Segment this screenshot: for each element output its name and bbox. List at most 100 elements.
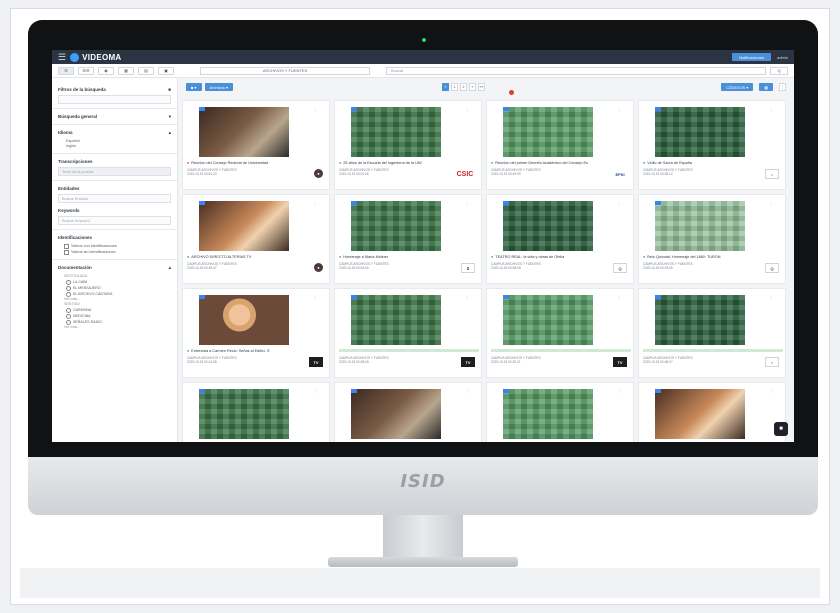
- results-controls: CÓDIGOS ▾ ▦ ⋮: [721, 83, 786, 91]
- page-last-button[interactable]: »»: [478, 83, 485, 91]
- general-search-title[interactable]: Búsqueda general ▾: [58, 114, 171, 120]
- video-thumbnail[interactable]: [503, 295, 593, 345]
- transcriptions-title[interactable]: Transcripciones: [58, 159, 171, 164]
- archive-filter-button[interactable]: Archivos ▾: [204, 83, 234, 91]
- chat-icon[interactable]: ■: [774, 422, 788, 436]
- card-menu-icon[interactable]: ⋮: [617, 107, 621, 112]
- page-button[interactable]: 2: [460, 83, 467, 91]
- video-title[interactable]: Entrevista a Carmen Recio: Señas al Edif…: [187, 349, 327, 353]
- video-type-icon: [351, 295, 357, 299]
- video-thumbnail[interactable]: [655, 389, 745, 439]
- view-record-button[interactable]: ◉: [98, 66, 114, 75]
- video-thumbnail[interactable]: [351, 389, 441, 439]
- video-title[interactable]: Reunión del Consejo Rectoral de Universi…: [187, 161, 327, 165]
- grid-view-icon[interactable]: ▦: [759, 83, 773, 91]
- page-first-button[interactable]: «: [442, 83, 449, 91]
- card-menu-icon[interactable]: ⋮: [769, 295, 773, 300]
- page-button[interactable]: 1: [451, 83, 458, 91]
- select-button[interactable]: ■ ▾: [186, 83, 202, 91]
- user-menu[interactable]: admin: [777, 55, 788, 60]
- video-card[interactable]: ⋮: [182, 382, 330, 442]
- video-card[interactable]: ⋮ Reunión del primer Decreto Académico de…: [486, 100, 634, 190]
- video-card[interactable]: ⋮ Homenaje a María Moliner CAMPUS ARCHIVOS…: [334, 194, 482, 284]
- video-thumbnail[interactable]: [351, 107, 441, 157]
- video-thumbnail[interactable]: [199, 201, 289, 251]
- card-menu-icon[interactable]: ⋮: [313, 295, 317, 300]
- search-icon[interactable]: Q: [770, 66, 788, 75]
- video-title[interactable]: Vinilo de Sacra de España: [643, 161, 783, 165]
- card-menu-icon[interactable]: ⋮: [465, 295, 469, 300]
- card-menu-icon[interactable]: ⋮: [769, 201, 773, 206]
- identification-checkbox[interactable]: Videos sin identificaciones: [64, 249, 171, 255]
- menu-icon[interactable]: ☰: [58, 52, 66, 63]
- video-thumbnail[interactable]: [655, 295, 745, 345]
- video-title[interactable]: Belo Quixotal: Homenaje del 1860: TURON: [643, 255, 783, 259]
- pixelated-preview: [655, 107, 745, 157]
- video-card[interactable]: ⋮ Belo Quixotal: Homenaje del 1860: TURON…: [638, 194, 786, 284]
- video-thumbnail[interactable]: [199, 389, 289, 439]
- video-card[interactable]: ⋮ Vinilo de Sacra de España CAMPUS ARCHIVO…: [638, 100, 786, 190]
- transcriptions-input[interactable]: Texto de la prueba: [58, 167, 171, 176]
- video-thumbnail[interactable]: [655, 107, 745, 157]
- pixelated-preview: [351, 201, 441, 251]
- video-thumbnail[interactable]: [503, 107, 593, 157]
- video-thumbnail[interactable]: [655, 201, 745, 251]
- video-title[interactable]: TEATRO REAL: la vida y obras de Ofelia: [491, 255, 631, 259]
- view-list-button[interactable]: ☰: [58, 66, 74, 75]
- channel-logo: TV: [613, 357, 627, 367]
- card-menu-icon[interactable]: ⋮: [617, 389, 621, 394]
- notifications-button[interactable]: Notificaciones: [732, 53, 772, 61]
- video-card[interactable]: ⋮ CAMPUS ARCHIVOS Y FUENTES 2019-10-15 00:…: [334, 288, 482, 378]
- video-card[interactable]: ⋮ ARCHIVO DIRECTO ALTERIAS TV CAMPUS ARCHI…: [182, 194, 330, 284]
- search-input[interactable]: Buscar: [386, 66, 766, 75]
- keywords-input[interactable]: Buscar Keyword: [58, 216, 171, 225]
- record-indicator-icon: [509, 90, 514, 95]
- channel-logo: CSIC: [456, 170, 474, 178]
- card-menu-icon[interactable]: ⋮: [313, 389, 317, 394]
- video-card[interactable]: ⋮: [334, 382, 482, 442]
- card-menu-icon[interactable]: ⋮: [465, 201, 469, 206]
- filters-select[interactable]: [58, 95, 171, 104]
- video-type-icon: [351, 201, 357, 205]
- video-type-icon: [199, 295, 205, 299]
- video-thumbnail[interactable]: [351, 201, 441, 251]
- video-card[interactable]: ⋮ Entrevista a Carmen Recio: Señas al Edi…: [182, 288, 330, 378]
- video-thumbnail[interactable]: [503, 389, 593, 439]
- card-menu-icon[interactable]: ⋮: [617, 295, 621, 300]
- card-menu-icon[interactable]: ⋮: [313, 201, 317, 206]
- card-menu-icon[interactable]: ⋮: [769, 389, 773, 394]
- video-title[interactable]: ARCHIVO DIRECTO ALTERIAS TV: [187, 255, 327, 259]
- sort-button[interactable]: CÓDIGOS ▾: [721, 83, 754, 91]
- view-grid-button[interactable]: ▤: [138, 66, 154, 75]
- see-more-link[interactable]: Ver más...: [64, 325, 171, 330]
- video-thumbnail[interactable]: [199, 295, 289, 345]
- card-menu-icon[interactable]: ⋮: [313, 107, 317, 112]
- video-card[interactable]: ⋮: [638, 382, 786, 442]
- video-card[interactable]: ⋮: [486, 382, 634, 442]
- view-compact-button[interactable]: ☰☰: [78, 66, 94, 75]
- video-title[interactable]: Reunión del primer Decreto Académico del…: [491, 161, 631, 165]
- view-detail-button[interactable]: ▣: [158, 66, 174, 75]
- language-title[interactable]: Idioma ▴: [58, 130, 171, 136]
- video-thumbnail[interactable]: [351, 295, 441, 345]
- more-options-icon[interactable]: ⋮: [779, 83, 786, 91]
- video-thumbnail[interactable]: [199, 107, 289, 157]
- video-card[interactable]: ⋮ 25 años de la Escuela del Ingeniería de…: [334, 100, 482, 190]
- video-card[interactable]: ⋮ CAMPUS ARCHIVOS Y FUENTES 2019-10-15 00:…: [638, 288, 786, 378]
- language-option[interactable]: Inglés: [66, 144, 171, 149]
- video-thumbnail[interactable]: [503, 201, 593, 251]
- card-menu-icon[interactable]: ⋮: [769, 107, 773, 112]
- card-menu-icon[interactable]: ⋮: [465, 389, 469, 394]
- video-card[interactable]: ⋮ TEATRO REAL: la vida y obras de Ofelia C…: [486, 194, 634, 284]
- collection-select[interactable]: ARCHIVOS Y FUENTES: [200, 66, 370, 75]
- documentation-title[interactable]: Documentación ▴: [58, 265, 171, 271]
- entities-input[interactable]: Buscar Entidad: [58, 194, 171, 203]
- card-menu-icon[interactable]: ⋮: [465, 107, 469, 112]
- video-title[interactable]: 25 años de la Escuela del Ingeniería de …: [339, 161, 479, 165]
- video-title[interactable]: Homenaje a María Moliner: [339, 255, 479, 259]
- view-folder-button[interactable]: ▦: [118, 66, 134, 75]
- card-menu-icon[interactable]: ⋮: [617, 201, 621, 206]
- video-card[interactable]: ⋮ Reunión del Consejo Rectoral de Univers…: [182, 100, 330, 190]
- video-card[interactable]: ⋮ CAMPUS ARCHIVOS Y FUENTES 2019-10-15 00:…: [486, 288, 634, 378]
- page-next-button[interactable]: »: [469, 83, 476, 91]
